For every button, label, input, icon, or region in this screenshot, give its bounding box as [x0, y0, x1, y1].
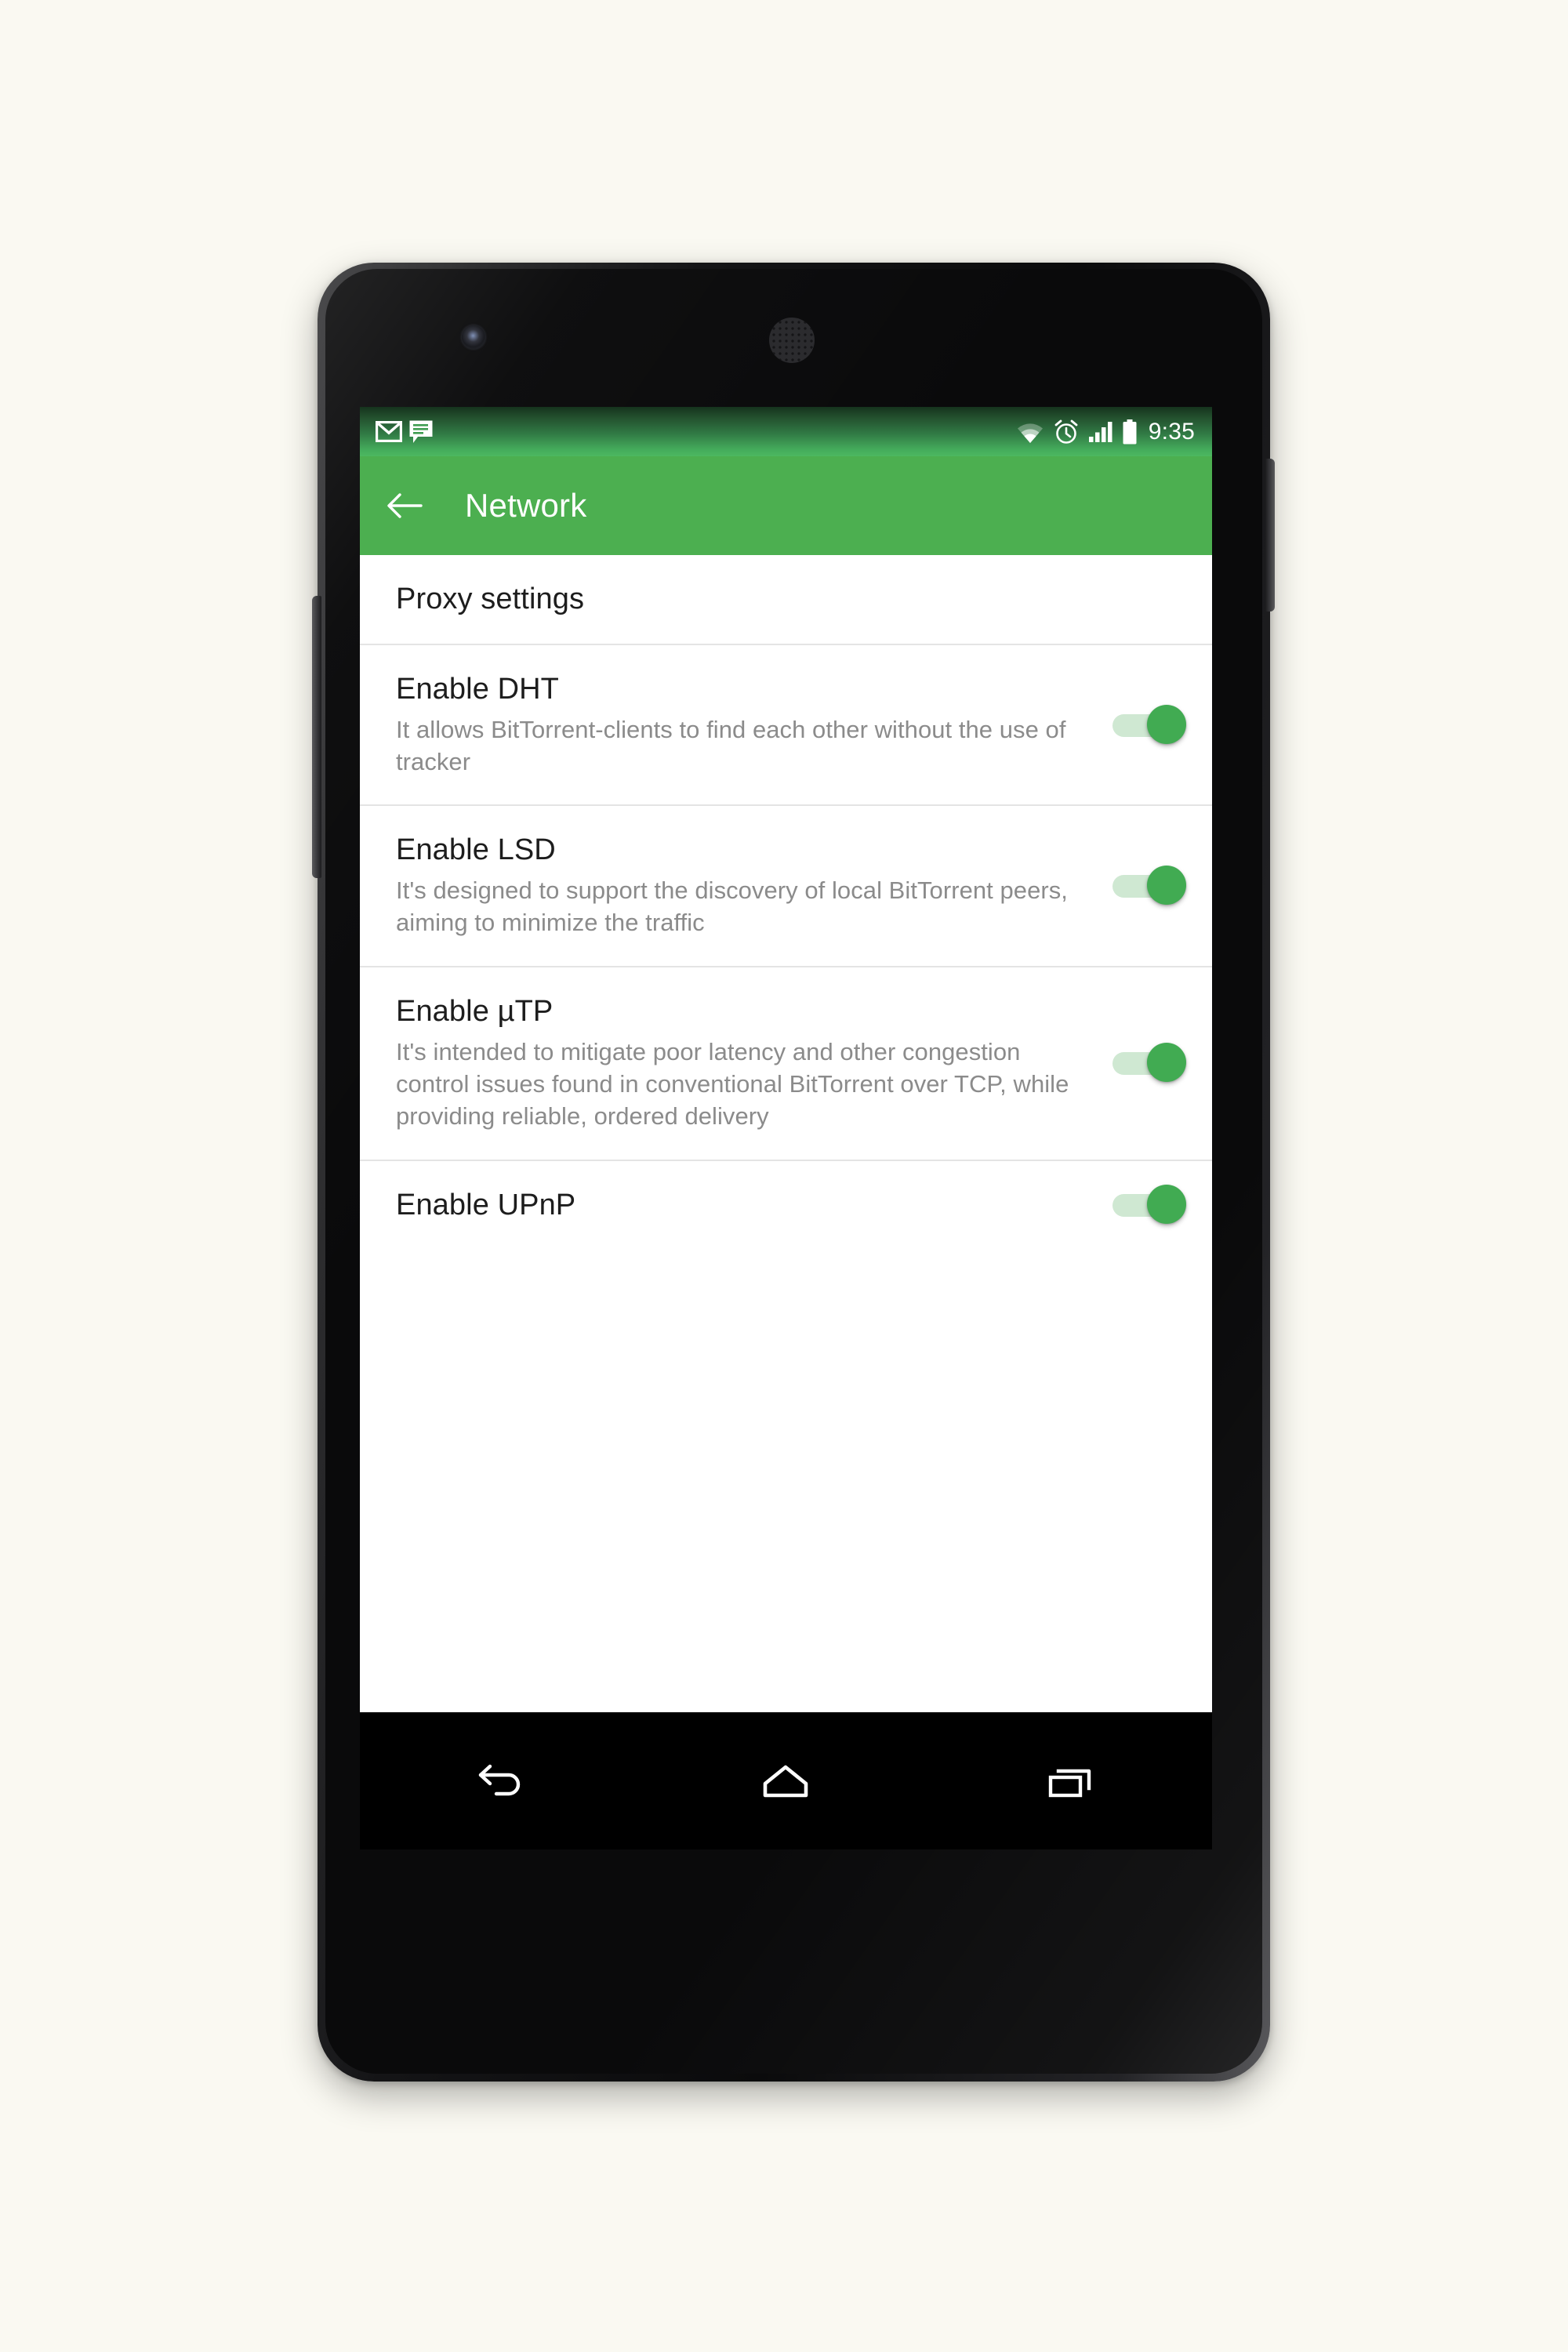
recents-nav-icon — [1048, 1769, 1091, 1797]
status-bar-clock: 9:35 — [1148, 418, 1195, 445]
setting-row-enable-upnp[interactable]: Enable UPnP — [360, 1161, 1212, 1250]
setting-summary: It allows BitTorrent-clients to find eac… — [396, 715, 1066, 775]
signal-icon — [1088, 421, 1112, 442]
alarm-icon — [1054, 419, 1078, 444]
nav-home-button[interactable] — [727, 1738, 844, 1824]
setting-title: Enable DHT — [396, 672, 559, 706]
page-title: Network — [465, 487, 587, 524]
switch-thumb — [1147, 1043, 1186, 1083]
status-bar-system-icons: 9:35 — [1016, 419, 1195, 445]
setting-row-proxy-settings[interactable]: Proxy settings — [360, 555, 1212, 645]
earpiece-speaker-icon — [769, 318, 815, 363]
setting-summary: It's designed to support the discovery o… — [396, 877, 1068, 937]
setting-text-block: Enable DHT It allows BitTorrent-clients … — [396, 645, 1100, 805]
switch-thumb — [1147, 1185, 1186, 1225]
volume-rocker-button[interactable] — [312, 596, 321, 878]
back-button[interactable] — [384, 485, 425, 526]
wifi-icon — [1017, 423, 1043, 443]
setting-text-block: Enable µTP It's intended to mitigate poo… — [396, 967, 1100, 1160]
setting-row-enable-lsd[interactable]: Enable LSD It's designed to support the … — [360, 806, 1212, 968]
app-bar: Network — [360, 456, 1212, 555]
nav-back-button[interactable] — [443, 1738, 561, 1824]
setting-row-enable-dht[interactable]: Enable DHT It allows BitTorrent-clients … — [360, 645, 1212, 807]
toggle-switch-enable-dht[interactable] — [1112, 701, 1186, 750]
setting-title: Enable µTP — [396, 995, 554, 1029]
status-bar: 9:35 — [360, 407, 1212, 456]
android-navigation-bar — [360, 1712, 1212, 1849]
toggle-switch-enable-upnp[interactable] — [1112, 1181, 1186, 1229]
setting-text-block: Enable UPnP — [396, 1161, 1100, 1250]
battery-icon — [1123, 419, 1137, 444]
switch-thumb — [1147, 866, 1186, 906]
screenshot-stage: 9:35 Network Proxy settings Enable DHT I… — [0, 0, 1568, 2352]
nav-recents-button[interactable] — [1011, 1738, 1129, 1824]
settings-list: Proxy settings Enable DHT It allows BitT… — [360, 555, 1212, 1712]
power-button[interactable] — [1265, 459, 1275, 612]
phone-screen: 9:35 Network Proxy settings Enable DHT I… — [360, 407, 1212, 1712]
setting-row-enable-utp[interactable]: Enable µTP It's intended to mitigate poo… — [360, 967, 1212, 1161]
arrow-left-icon — [387, 493, 423, 518]
switch-thumb — [1147, 704, 1186, 744]
setting-title: Proxy settings — [396, 583, 585, 615]
setting-text-block: Proxy settings — [396, 555, 1186, 644]
setting-title: Enable LSD — [396, 833, 556, 867]
toggle-switch-enable-lsd[interactable] — [1112, 862, 1186, 910]
back-nav-icon — [478, 1764, 521, 1795]
setting-title: Enable UPnP — [396, 1188, 576, 1221]
gmail-icon — [376, 421, 402, 442]
setting-text-block: Enable LSD It's designed to support the … — [396, 806, 1100, 966]
front-camera-icon — [462, 325, 485, 349]
home-nav-icon — [764, 1765, 808, 1797]
messages-icon — [409, 420, 433, 443]
toggle-switch-enable-utp[interactable] — [1112, 1039, 1186, 1087]
setting-summary: It's intended to mitigate poor latency a… — [396, 1037, 1069, 1130]
status-bar-notification-icons — [376, 419, 434, 445]
